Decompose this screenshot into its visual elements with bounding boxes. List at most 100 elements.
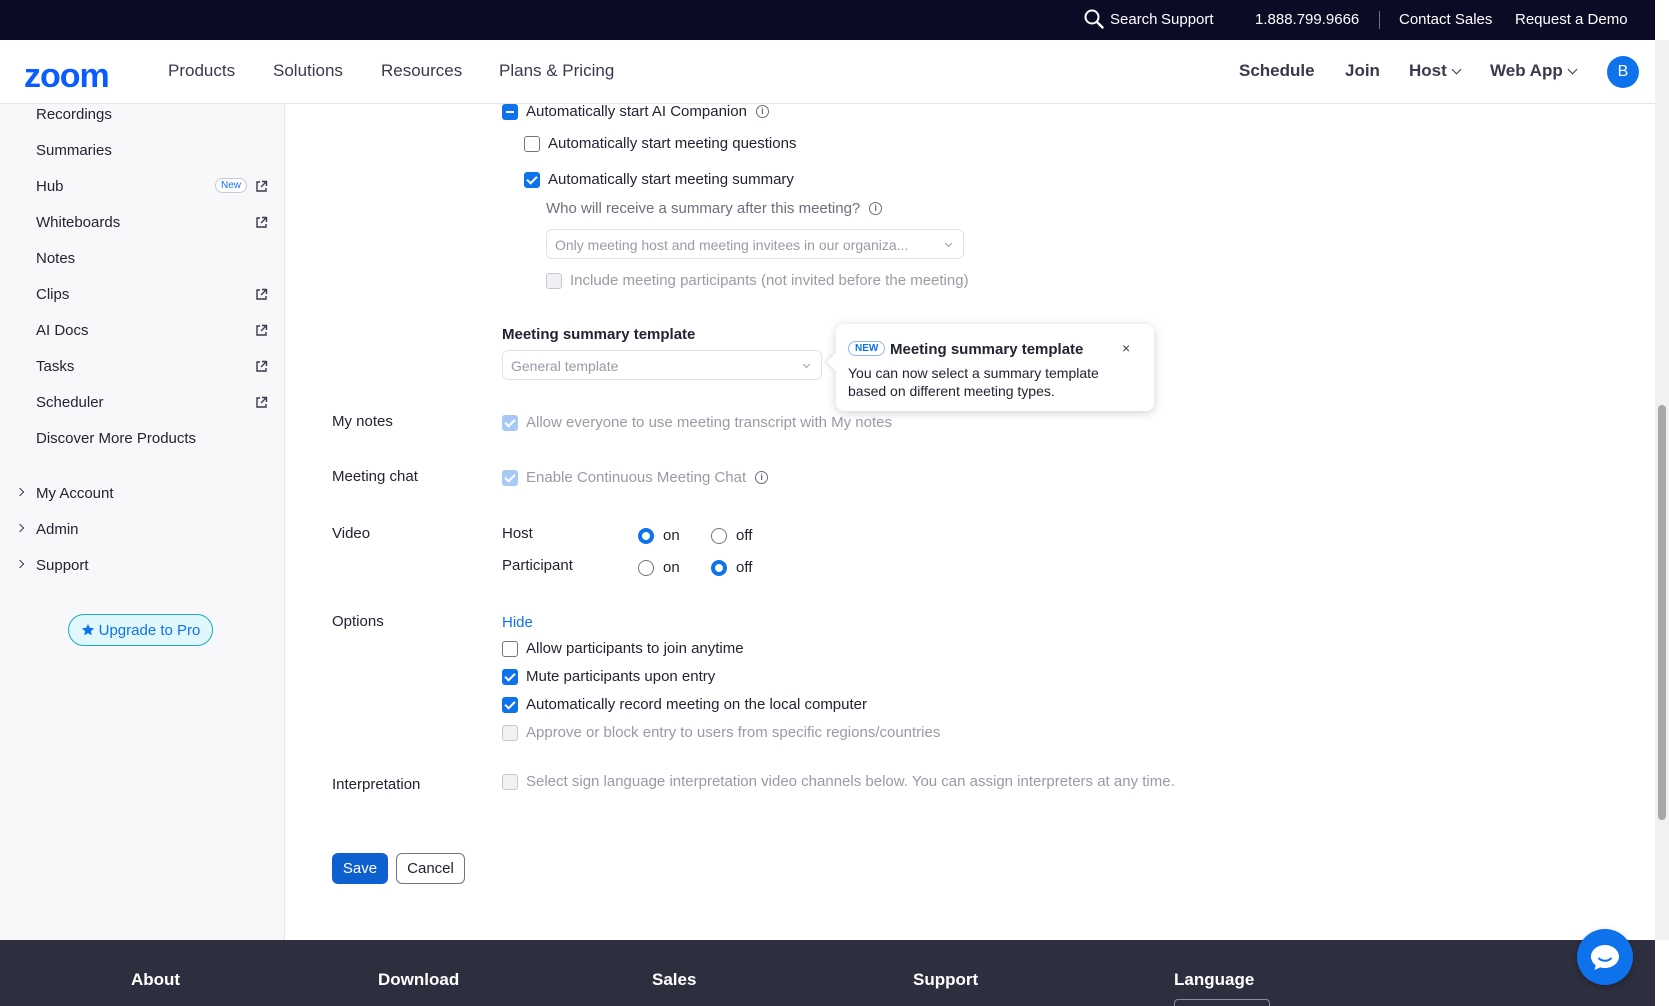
join-anytime-checkbox[interactable] bbox=[502, 640, 518, 657]
auto-record-option[interactable]: Automatically record meeting on the loca… bbox=[502, 696, 867, 713]
sidebar-item-hub[interactable]: Hub bbox=[36, 178, 64, 195]
sidebar-item-scheduler[interactable]: Scheduler bbox=[36, 394, 104, 411]
nav-web-app[interactable]: Web App bbox=[1490, 61, 1578, 81]
interpretation-label: Interpretation bbox=[332, 776, 421, 793]
external-link-icon[interactable] bbox=[255, 216, 268, 229]
avatar[interactable]: B bbox=[1607, 56, 1639, 88]
host-video-on-radio[interactable] bbox=[638, 527, 654, 544]
close-icon[interactable]: × bbox=[1122, 340, 1130, 356]
ai-companion-checkbox[interactable] bbox=[502, 103, 518, 120]
summary-recipients-value: Only meeting host and meeting invitees i… bbox=[555, 237, 909, 253]
request-demo-link[interactable]: Request a Demo bbox=[1515, 11, 1628, 28]
sidebar-item-support[interactable]: Support bbox=[36, 557, 89, 574]
info-icon[interactable]: i bbox=[869, 202, 883, 215]
my-notes-option[interactable]: Allow everyone to use meeting transcript… bbox=[502, 414, 892, 431]
footer: About Download Sales Support Language bbox=[0, 940, 1655, 1006]
phone-link[interactable]: 1.888.799.9666 bbox=[1255, 11, 1359, 28]
who-receive-label: Who will receive a summary after this me… bbox=[546, 200, 883, 217]
search-link[interactable]: Search bbox=[1084, 9, 1158, 29]
chevron-right-icon[interactable] bbox=[15, 559, 25, 569]
sidebar-item-discover-more[interactable]: Discover More Products bbox=[36, 430, 196, 447]
mute-on-entry-checkbox[interactable] bbox=[502, 668, 518, 685]
my-notes-option-label: Allow everyone to use meeting transcript… bbox=[526, 414, 892, 431]
sidebar-item-recordings[interactable]: Recordings bbox=[36, 106, 112, 123]
participant-video-on[interactable]: on bbox=[638, 559, 680, 576]
contact-sales-link[interactable]: Contact Sales bbox=[1399, 11, 1492, 28]
regions-option[interactable]: Approve or block entry to users from spe… bbox=[502, 724, 940, 741]
language-select[interactable] bbox=[1174, 999, 1270, 1006]
sidebar-item-tasks[interactable]: Tasks bbox=[36, 358, 74, 375]
sidebar-item-my-account[interactable]: My Account bbox=[36, 485, 114, 502]
host-video-off[interactable]: off bbox=[711, 527, 752, 544]
ai-companion-option[interactable]: Automatically start AI Companion i bbox=[502, 103, 769, 120]
meeting-summary-label: Automatically start meeting summary bbox=[548, 171, 794, 188]
chevron-down-icon bbox=[944, 239, 953, 248]
participant-video-off-radio[interactable] bbox=[711, 559, 727, 576]
my-notes-checkbox[interactable] bbox=[502, 414, 518, 431]
mute-on-entry-option[interactable]: Mute participants upon entry bbox=[502, 668, 715, 685]
host-video-off-radio[interactable] bbox=[711, 527, 727, 544]
summary-template-select[interactable]: General template bbox=[502, 350, 822, 380]
upgrade-button[interactable]: Upgrade to Pro bbox=[68, 614, 213, 646]
ai-companion-label: Automatically start AI Companion bbox=[526, 103, 747, 120]
chat-button[interactable] bbox=[1577, 929, 1633, 985]
hide-options-link[interactable]: Hide bbox=[502, 614, 533, 631]
external-link-icon[interactable] bbox=[255, 180, 268, 193]
nav-host[interactable]: Host bbox=[1409, 61, 1462, 81]
star-icon bbox=[81, 624, 94, 636]
external-link-icon[interactable] bbox=[255, 396, 268, 409]
sidebar-item-admin[interactable]: Admin bbox=[36, 521, 79, 538]
nav-solutions[interactable]: Solutions bbox=[273, 61, 343, 81]
who-receive-text: Who will receive a summary after this me… bbox=[546, 200, 861, 217]
meeting-summary-option[interactable]: Automatically start meeting summary bbox=[524, 171, 794, 188]
info-icon[interactable]: i bbox=[755, 471, 769, 484]
nav-plans-pricing[interactable]: Plans & Pricing bbox=[499, 61, 614, 81]
regions-checkbox[interactable] bbox=[502, 724, 518, 741]
support-link[interactable]: Support bbox=[1161, 11, 1214, 28]
footer-sales: Sales bbox=[652, 970, 697, 989]
sidebar-item-ai-docs[interactable]: AI Docs bbox=[36, 322, 89, 339]
include-participants-checkbox[interactable] bbox=[546, 272, 562, 289]
main-nav: zoom Products Solutions Resources Plans … bbox=[0, 40, 1655, 104]
zoom-logo[interactable]: zoom bbox=[24, 57, 110, 96]
chevron-right-icon[interactable] bbox=[15, 523, 25, 533]
auto-record-checkbox[interactable] bbox=[502, 696, 518, 713]
upgrade-label: Upgrade to Pro bbox=[98, 621, 201, 639]
my-notes-label: My notes bbox=[332, 413, 393, 430]
interpretation-option[interactable]: Select sign language interpretation vide… bbox=[502, 773, 1175, 790]
host-label: Host bbox=[502, 525, 533, 542]
interpretation-checkbox[interactable] bbox=[502, 773, 518, 790]
meeting-summary-checkbox[interactable] bbox=[524, 171, 540, 188]
meeting-questions-checkbox[interactable] bbox=[524, 135, 540, 152]
include-participants-option[interactable]: Include meeting participants (not invite… bbox=[546, 272, 969, 289]
summary-recipients-select[interactable]: Only meeting host and meeting invitees i… bbox=[546, 229, 964, 259]
host-video-on[interactable]: on bbox=[638, 527, 680, 544]
auto-record-label: Automatically record meeting on the loca… bbox=[526, 696, 868, 713]
info-icon[interactable]: i bbox=[755, 105, 769, 118]
meeting-questions-label: Automatically start meeting questions bbox=[548, 135, 797, 152]
nav-web-app-label: Web App bbox=[1490, 61, 1563, 80]
sidebar-item-summaries[interactable]: Summaries bbox=[36, 142, 112, 159]
sidebar-item-whiteboards[interactable]: Whiteboards bbox=[36, 214, 120, 231]
host-video-off-label: off bbox=[736, 527, 753, 544]
nav-resources[interactable]: Resources bbox=[381, 61, 462, 81]
join-anytime-option[interactable]: Allow participants to join anytime bbox=[502, 640, 744, 657]
participant-video-on-radio[interactable] bbox=[638, 559, 654, 576]
scrollbar-thumb[interactable] bbox=[1658, 405, 1666, 820]
external-link-icon[interactable] bbox=[255, 324, 268, 337]
sidebar-item-clips[interactable]: Clips bbox=[36, 286, 69, 303]
external-link-icon[interactable] bbox=[255, 360, 268, 373]
meeting-chat-checkbox[interactable] bbox=[502, 469, 518, 486]
sidebar-item-notes[interactable]: Notes bbox=[36, 250, 75, 267]
nav-schedule[interactable]: Schedule bbox=[1239, 61, 1315, 81]
meeting-questions-option[interactable]: Automatically start meeting questions bbox=[524, 135, 796, 152]
nav-join[interactable]: Join bbox=[1345, 61, 1380, 81]
cancel-button[interactable]: Cancel bbox=[396, 853, 465, 884]
popover-body: You can now select a summary template ba… bbox=[848, 365, 1099, 399]
nav-products[interactable]: Products bbox=[168, 61, 235, 81]
save-button[interactable]: Save bbox=[332, 853, 388, 884]
participant-video-off[interactable]: off bbox=[711, 559, 752, 576]
external-link-icon[interactable] bbox=[255, 288, 268, 301]
chevron-right-icon[interactable] bbox=[15, 487, 25, 497]
meeting-chat-option[interactable]: Enable Continuous Meeting Chat i bbox=[502, 469, 769, 486]
